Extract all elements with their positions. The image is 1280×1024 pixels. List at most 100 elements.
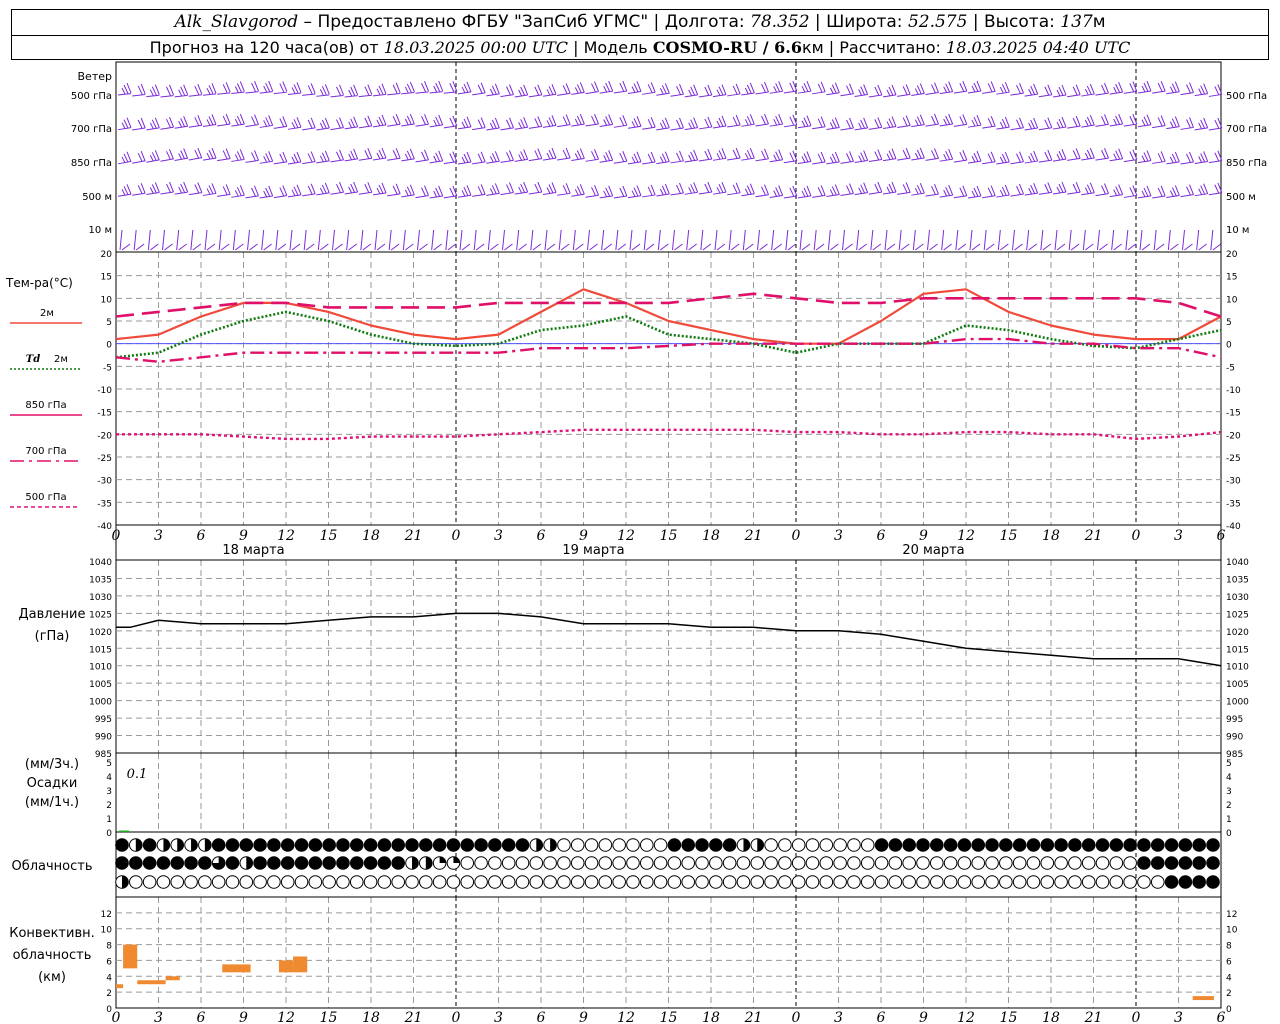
day-label: 18 марта: [222, 543, 284, 558]
wind-barb-flag: [931, 150, 936, 160]
wind-barb-flag: [1169, 121, 1174, 128]
hour-tick-label: 0: [792, 528, 801, 544]
wind-barb: [953, 90, 967, 94]
wind-barb-flag: [929, 243, 938, 251]
cloud-cover-fill: [212, 838, 225, 852]
wind-barb: [188, 124, 202, 128]
wind-barb-flag: [1169, 156, 1174, 164]
cloud-cover-circle-icon: [363, 875, 378, 889]
wind-barb-flag: [603, 243, 612, 251]
wind-barb-flag: [1101, 116, 1106, 126]
wind-barb-flag: [704, 86, 710, 96]
conv-tick-left: 2: [106, 989, 112, 999]
wind-barb-flag: [1016, 119, 1021, 129]
wind-barb-flag: [745, 243, 754, 251]
hour-tick-label-bottom: 6: [537, 1010, 546, 1024]
precip-tick-left: 3: [106, 787, 112, 797]
pressure-tick-right: 1010: [1226, 663, 1249, 673]
wind-barb-flag: [817, 153, 823, 163]
pressure-tick-left: 990: [95, 733, 112, 743]
pressure-tick-right: 1025: [1226, 610, 1249, 620]
hour-tick-label: 18: [702, 528, 720, 544]
hour-tick-label-bottom: 9: [579, 1010, 588, 1024]
cloud-cover-fill: [364, 838, 377, 852]
wind-barb-flag: [631, 243, 641, 251]
wind-barb-flag: [149, 122, 154, 130]
wind-barb-flag: [137, 185, 143, 195]
cloud-cover-fill: [488, 838, 502, 852]
wind-barb: [162, 229, 165, 251]
wind-barb-flag: [1157, 153, 1163, 163]
conv-bar: [165, 976, 180, 981]
wind-barb-flag: [546, 152, 551, 160]
wind-barb-flag: [631, 156, 636, 164]
wind-barb: [953, 159, 967, 163]
wind-level-label-right: 700 гПа: [1226, 124, 1267, 135]
hour-tick-label-bottom: 15: [320, 1010, 338, 1024]
wind-barb: [698, 126, 712, 130]
wind-barb-flag: [234, 154, 239, 161]
wind-barb-flag: [279, 187, 285, 197]
cloud-cover-circle-icon: [653, 875, 668, 889]
wind-barb: [289, 229, 293, 251]
wind-barb-flag: [744, 87, 749, 95]
precip-tick-right: 1: [1226, 815, 1232, 825]
wind-barb-flag: [1084, 88, 1089, 96]
wind-barb-flag: [1127, 243, 1137, 251]
wind-barb-flag: [235, 243, 244, 251]
wind-barb-flag: [477, 186, 483, 196]
wind-barb-flag: [943, 86, 948, 93]
wind-barb-flag: [858, 155, 863, 162]
wind-barb-flag: [801, 190, 806, 198]
wind-barb: [1123, 90, 1137, 94]
wind-level-label-right: 10 м: [1226, 225, 1249, 236]
temp-tick-right: 0: [1226, 341, 1232, 351]
hour-tick-label-bottom: 0: [792, 1010, 801, 1024]
wind-barb-flag: [846, 185, 851, 195]
cloud-cover-fill: [309, 856, 322, 870]
pressure-tick-left: 1000: [89, 698, 112, 708]
wind-barb-flag: [659, 122, 664, 130]
wind-barb-flag: [251, 187, 256, 197]
hour-tick-label-bottom: 0: [1132, 1010, 1141, 1024]
wind-barb-flag: [178, 89, 183, 97]
wind-barb-flag: [704, 183, 710, 193]
wind-barb: [528, 158, 542, 162]
wind-barb-flag: [1198, 188, 1203, 195]
wind-barb-flag: [234, 190, 239, 197]
wind-barb-flag: [1113, 118, 1118, 126]
cloud-cover-circle-icon: [557, 838, 571, 852]
cloud-cover-circle-icon: [543, 875, 557, 889]
wind-barb-flag: [489, 122, 494, 130]
cloud-cover-circle-icon: [1150, 875, 1165, 889]
wind-barb-flag: [1186, 119, 1191, 129]
wind-barb: [188, 157, 202, 161]
pressure-tick-left: 1025: [89, 610, 112, 620]
wind-barb-flag: [307, 185, 313, 195]
wind-barb-flag: [846, 85, 851, 95]
wind-barb: [827, 229, 831, 251]
wind-barb: [472, 193, 486, 197]
wind-barb: [840, 127, 854, 131]
cloud-cover-circle-icon: [570, 856, 585, 870]
cloud-cover-circle-icon: [584, 856, 599, 870]
wind-barb-flag: [959, 151, 965, 161]
wind-barb-flag: [874, 183, 880, 193]
wind-barb-flag: [390, 243, 400, 251]
cloud-cover-circle-icon: [419, 875, 433, 889]
wind-barb: [528, 94, 542, 98]
temp-tick-right: 20: [1226, 250, 1238, 260]
wind-barb: [842, 229, 845, 251]
wind-barb: [1095, 123, 1109, 127]
cloud-cover-fill: [433, 838, 446, 852]
cloud-cover-circle-icon: [888, 875, 903, 889]
wind-barb: [500, 192, 514, 196]
wind-barb: [1068, 229, 1072, 251]
wind-barb-flag: [999, 86, 1004, 94]
wind-barb-flag: [574, 189, 579, 196]
cloud-cover-fill: [1054, 838, 1068, 852]
wind-barb: [657, 229, 661, 251]
wind-barb: [700, 229, 704, 251]
cloud-cover-fill: [1179, 875, 1192, 889]
wind-barb-flag: [900, 243, 910, 251]
